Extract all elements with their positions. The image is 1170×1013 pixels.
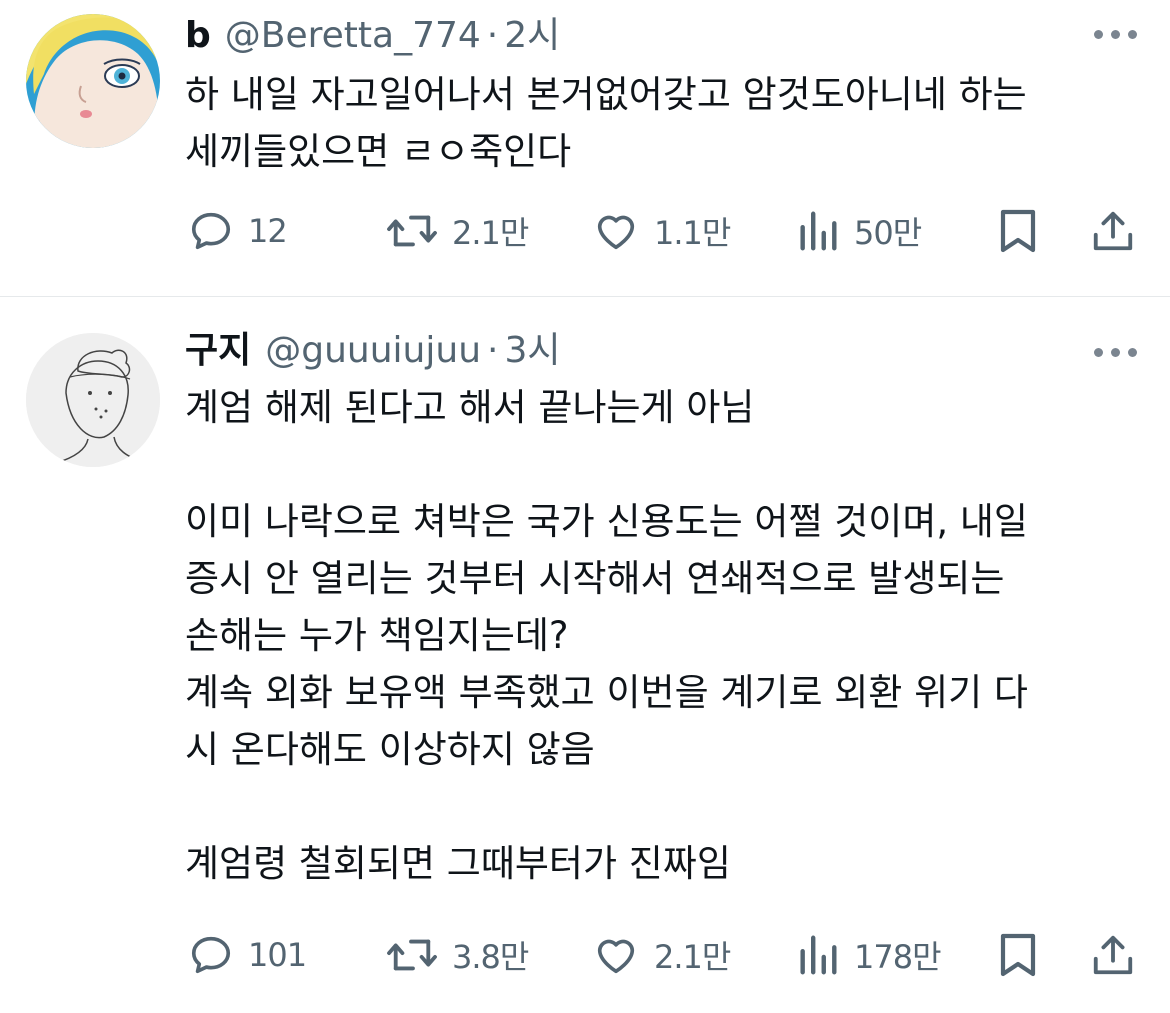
retweet-count: 3.8만	[452, 938, 529, 976]
tweet-text-line: 계엄 해제 된다고 해서 끝나는게 아님	[185, 386, 755, 429]
tweet-header: b @Beretta_774 · 2시	[185, 14, 560, 58]
speech-bubble-icon	[191, 212, 231, 250]
ellipsis-icon	[1094, 30, 1103, 39]
views-count: 50만	[854, 214, 922, 252]
avatar-illustration	[26, 333, 160, 467]
share-button[interactable]	[1090, 930, 1136, 980]
reply-button[interactable]: 12	[188, 206, 288, 256]
more-options-button[interactable]	[1094, 28, 1138, 40]
bar-chart-icon	[800, 935, 837, 975]
timestamp[interactable]: 2시	[504, 14, 560, 58]
like-button[interactable]: 2.1만	[592, 930, 731, 980]
user-handle[interactable]: @guuuiujuu	[265, 329, 481, 373]
retweet-button[interactable]: 3.8만	[386, 930, 529, 980]
tweet-text-line: 손해는 누가 책임지는데?	[185, 614, 569, 657]
tweet-text-line: 증시 안 열리는 것부터 시작해서 연쇄적으로 발생되는	[185, 557, 1005, 600]
ellipsis-icon-dot	[1111, 348, 1120, 357]
display-name[interactable]: 구지	[185, 329, 251, 373]
bookmark-icon	[1000, 209, 1036, 253]
share-upload-icon	[1093, 211, 1133, 251]
avatar-illustration	[26, 14, 160, 148]
like-count: 1.1만	[654, 214, 731, 252]
tweet-text-line: 계속 외화 보유액 부족했고 이번을 계기로 외환 위기 다	[185, 671, 1028, 714]
heart-icon	[597, 939, 635, 974]
avatar[interactable]	[26, 333, 160, 467]
share-button[interactable]	[1090, 206, 1136, 256]
reply-count: 12	[248, 212, 288, 250]
bookmark-icon	[1000, 933, 1036, 977]
reply-button[interactable]: 101	[188, 930, 307, 980]
user-handle[interactable]: @Beretta_774	[225, 14, 481, 58]
tweet-text: 계엄 해제 된다고 해서 끝나는게 아님 이미 나락으로 쳐박은 국가 신용도는…	[185, 379, 1145, 892]
tweet-text: 하 내일 자고일어나서 본거없어갖고 암것도아니네 하는 세끼들있으면 ㄹㅇ죽인…	[185, 66, 1145, 180]
tweet-text-line: 이미 나락으로 쳐박은 국가 신용도는 어쩔 것이며, 내일	[185, 500, 1028, 543]
retweet-arrows-icon	[387, 939, 437, 971]
heart-icon	[597, 215, 635, 250]
tweet-text-line: 계엄령 철회되면 그때부터가 진짜임	[185, 842, 731, 885]
like-button[interactable]: 1.1만	[592, 206, 731, 256]
tweet-text-line: 시 온다해도 이상하지 않음	[185, 728, 595, 771]
display-name[interactable]: b	[185, 14, 211, 58]
bookmark-button[interactable]	[996, 206, 1040, 256]
tweet-header: 구지 @guuuiujuu · 3시	[185, 329, 561, 373]
views-count: 178만	[854, 938, 942, 976]
speech-bubble-icon	[191, 936, 231, 974]
separator-dot: ·	[487, 330, 499, 371]
more-options-button[interactable]	[1094, 346, 1138, 358]
avatar[interactable]	[26, 14, 160, 148]
tweet-text-line: 세끼들있으면 ㄹㅇ죽인다	[185, 130, 572, 173]
bookmark-button[interactable]	[996, 930, 1040, 980]
action-bar: 12 2.1만 1.1만 50만	[0, 206, 1170, 256]
tweet-1[interactable]: b @Beretta_774 · 2시 하 내일 자고일어나서 본거없어갖고 암…	[0, 0, 1170, 296]
tweet-text-line	[185, 436, 1145, 493]
like-count: 2.1만	[654, 938, 731, 976]
retweet-arrows-icon	[387, 215, 437, 247]
retweet-count: 2.1만	[452, 214, 529, 252]
tweet-2[interactable]: 구지 @guuuiujuu · 3시 계엄 해제 된다고 해서 끝나는게 아님 …	[0, 297, 1170, 1013]
views-button[interactable]: 50만	[796, 206, 922, 256]
ellipsis-icon-dot	[1128, 30, 1137, 39]
share-upload-icon	[1093, 935, 1133, 975]
action-bar: 101 3.8만 2.1만 178만	[0, 930, 1170, 980]
reply-count: 101	[248, 936, 307, 974]
tweet-text-line: 하 내일 자고일어나서 본거없어갖고 암것도아니네 하는	[185, 73, 1027, 116]
tweet-text-line	[185, 778, 1145, 835]
retweet-button[interactable]: 2.1만	[386, 206, 529, 256]
bar-chart-icon	[800, 211, 837, 251]
timestamp[interactable]: 3시	[504, 329, 560, 373]
ellipsis-icon-dot	[1111, 30, 1120, 39]
ellipsis-icon-dot	[1128, 348, 1137, 357]
ellipsis-icon	[1094, 348, 1103, 357]
views-button[interactable]: 178만	[796, 930, 942, 980]
separator-dot: ·	[486, 15, 499, 56]
